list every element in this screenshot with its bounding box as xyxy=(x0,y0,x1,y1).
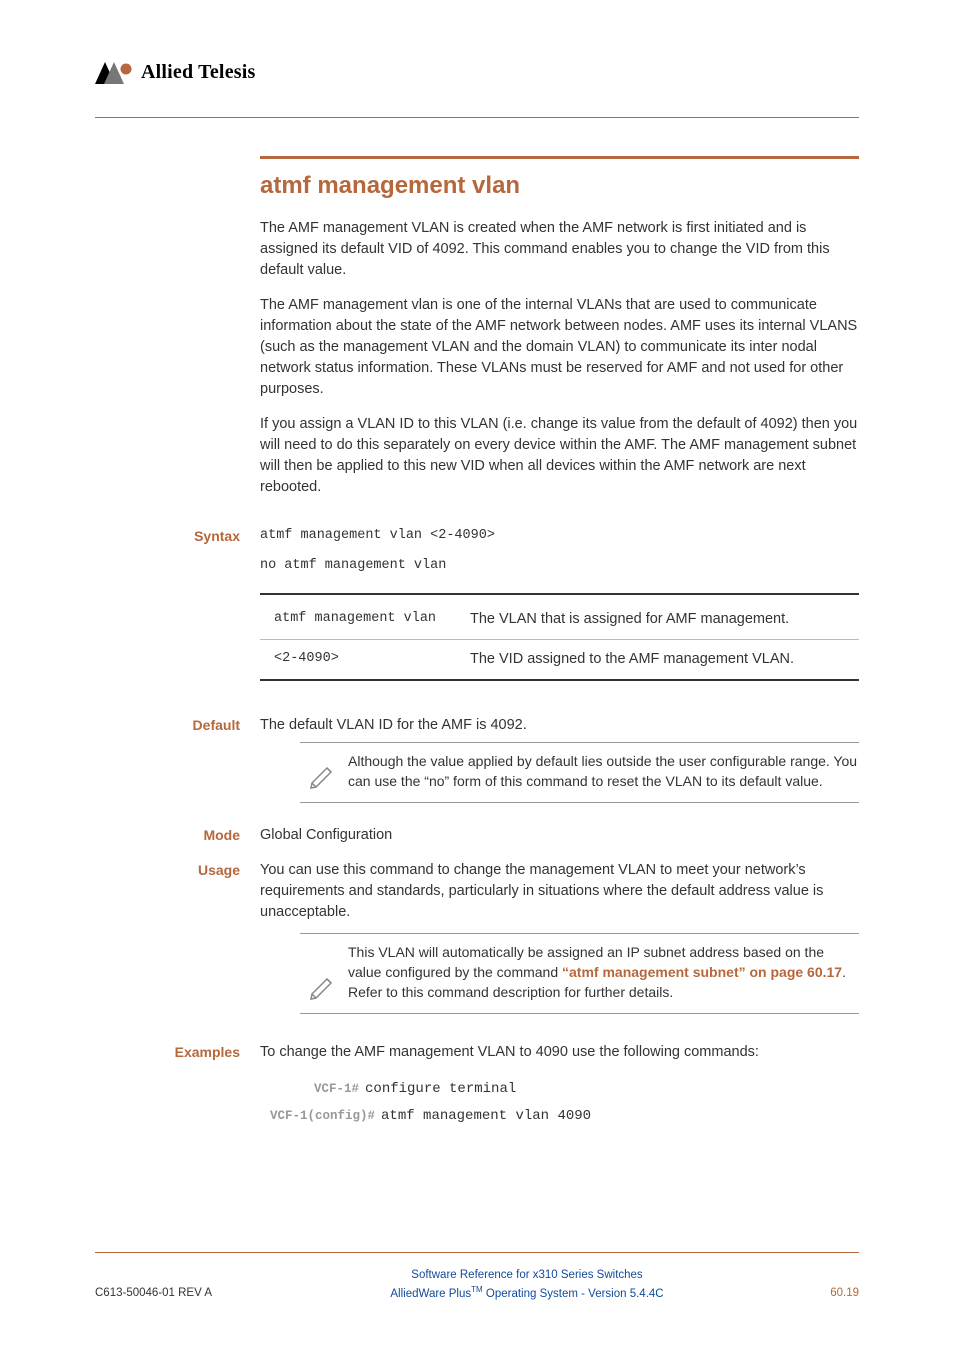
default-text: The default VLAN ID for the AMF is 4092. xyxy=(260,715,859,736)
footer-product-line: Software Reference for x310 Series Switc… xyxy=(275,1267,779,1284)
header-rule xyxy=(95,117,859,118)
label-usage: Usage xyxy=(95,860,260,1032)
pencil-note-icon xyxy=(300,942,344,1003)
brand-logo-mark xyxy=(95,62,133,84)
example-line: VCF-1(config)#atmf management vlan 4090 xyxy=(260,1102,859,1129)
param-name: atmf management vlan xyxy=(260,594,470,640)
pencil-note-icon xyxy=(300,751,344,792)
example-cmd: configure terminal xyxy=(365,1081,516,1097)
label-default: Default xyxy=(95,715,260,821)
footer-os-version: AlliedWare PlusTM Operating System - Ver… xyxy=(275,1284,779,1303)
xref-atmf-management-subnet[interactable]: “atmf management subnet” on page 60.17 xyxy=(562,964,842,980)
param-name: <2-4090> xyxy=(260,640,470,681)
example-prompt: VCF-1(config)# xyxy=(270,1109,381,1123)
command-title: atmf management vlan xyxy=(260,169,859,204)
examples-intro: To change the AMF management VLAN to 409… xyxy=(260,1042,859,1063)
syntax-line-2: no atmf management vlan xyxy=(260,556,859,576)
footer-page-number: 60.19 xyxy=(779,1285,859,1302)
footer-doc-id: C613-50046-01 REV A xyxy=(95,1285,275,1302)
note-default: Although the value applied by default li… xyxy=(300,742,859,803)
footer-center: Software Reference for x310 Series Switc… xyxy=(275,1267,779,1302)
note-usage: This VLAN will automatically be assigned… xyxy=(300,933,859,1014)
page-footer: C613-50046-01 REV A Software Reference f… xyxy=(95,1252,859,1302)
example-line: VCF-1#configure terminal xyxy=(260,1075,859,1102)
intro-p2: The AMF management vlan is one of the in… xyxy=(260,295,859,400)
usage-note-text: This VLAN will automatically be assigned… xyxy=(344,942,859,1003)
mode-text: Global Configuration xyxy=(260,825,859,846)
example-cmd: atmf management vlan 4090 xyxy=(381,1108,591,1124)
example-prompt: VCF-1# xyxy=(314,1082,365,1096)
usage-text: You can use this command to change the m… xyxy=(260,860,859,923)
syntax-line-1: atmf management vlan <2-4090> xyxy=(260,526,859,546)
label-examples: Examples xyxy=(95,1042,260,1130)
brand-logo: Allied Telesis xyxy=(95,58,859,87)
footer-rule xyxy=(95,1252,859,1253)
label-mode: Mode xyxy=(95,825,260,846)
intro-p1: The AMF management VLAN is created when … xyxy=(260,218,859,281)
intro-p3: If you assign a VLAN ID to this VLAN (i.… xyxy=(260,414,859,498)
param-desc: The VLAN that is assigned for AMF manage… xyxy=(470,594,859,640)
param-desc: The VID assigned to the AMF management V… xyxy=(470,640,859,681)
parameter-table: atmf management vlan The VLAN that is as… xyxy=(260,593,859,681)
label-syntax: Syntax xyxy=(95,526,260,687)
brand-logo-text: Allied Telesis xyxy=(141,58,256,87)
default-note-text: Although the value applied by default li… xyxy=(344,751,859,792)
